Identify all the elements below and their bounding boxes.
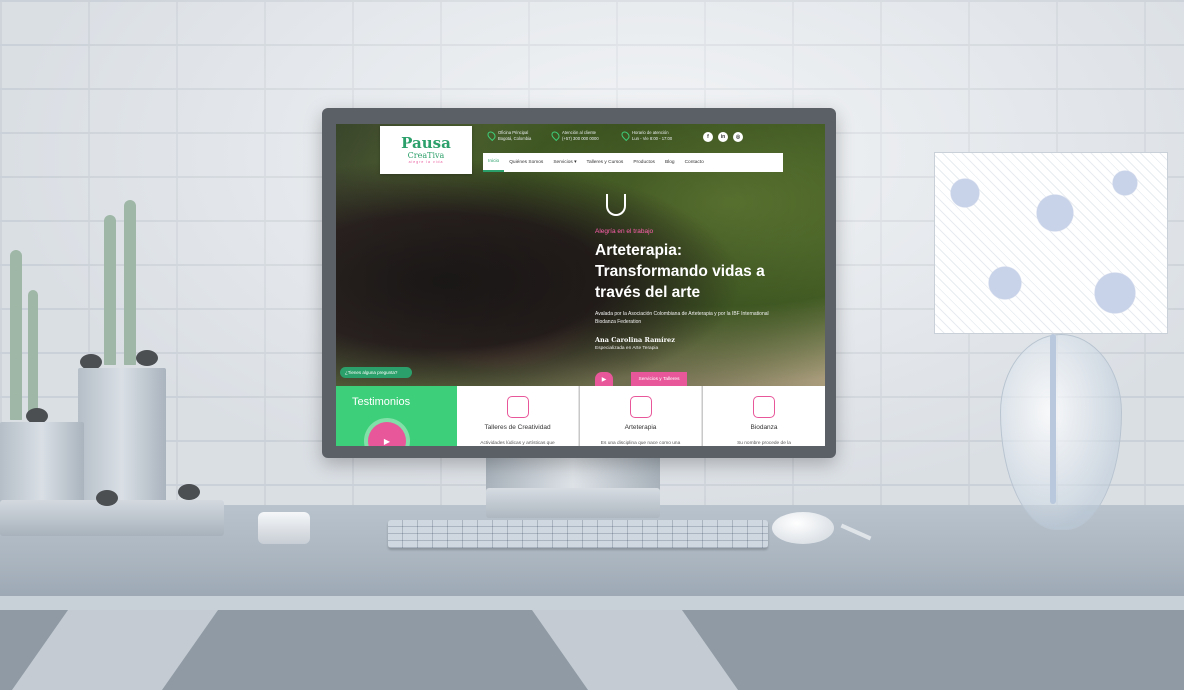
card-title: Arteterapia [624,424,657,431]
logo-tagline: alegre la vida [408,160,444,164]
lamp-wire [1050,334,1056,504]
dance-icon [753,396,775,418]
site-header: Pausa CreaTiva alegre la vida Oficina Pr… [336,124,825,176]
testimonials-section: Testimonios ▶ [336,386,457,446]
info-line: Lun - Vie 8:00 - 17:00 [632,136,673,141]
clock-icon [619,129,632,142]
hero-author-name: Ana Carolina Ramírez [595,336,675,344]
nav-item-contacto[interactable]: Contacto [680,153,709,172]
plant-stem [104,215,116,365]
linkedin-icon[interactable]: in [718,132,728,142]
instagram-icon[interactable]: ◎ [733,132,743,142]
monitor-base [486,488,660,518]
mouse [772,512,834,544]
nav-item-productos[interactable]: Productos [628,153,660,172]
info-line: (+57) 300 000 0000 [562,136,599,141]
plant-pot [0,422,84,506]
site-logo[interactable]: Pausa CreaTiva alegre la vida [380,126,472,174]
speaker [258,512,310,544]
palette-icon [629,396,652,418]
pinecone [96,490,118,506]
nav-item-quienes-somos[interactable]: Quiénes Somos [504,153,548,172]
testimonials-title: Testimonios [352,396,411,408]
plant-pot [78,368,166,504]
plant-stem [28,290,38,420]
service-card[interactable]: Arteterapia Es una disciplina que nace c… [580,386,702,446]
info-hours: Horario de atención Lun - Vie 8:00 - 17:… [619,129,673,142]
nav-item-talleres[interactable]: Talleres y Cursos [582,153,629,172]
services-cta-button[interactable]: Servicios y Talleres [631,372,687,386]
logo-sub-text: CreaTiva [407,151,445,160]
plant-stem [10,250,22,420]
card-text: Su nombre procede de la [737,441,791,446]
nav-item-blog[interactable]: Blog [660,153,680,172]
service-card[interactable]: Talleres de Creatividad Actividades lúdi… [457,386,579,446]
card-text: Es una disciplina que nace como una [600,441,681,446]
nav-item-servicios[interactable]: Servicios ▾ [548,153,581,172]
keyboard [388,520,768,548]
nav-item-inicio[interactable]: Inicio [483,153,505,172]
location-pin-icon [485,129,498,142]
hero-play-button[interactable]: ▶ [595,372,613,386]
testimonials-play-button[interactable]: ▶ [368,422,406,446]
plant-tray [0,500,224,536]
lamp-shade [934,152,1168,334]
phone-icon [549,129,562,142]
service-card[interactable]: Biodanza Su nombre procede de la [703,386,825,446]
card-text: Actividades lúdicas y artísticas que [480,441,555,446]
info-phone: Atención al cliente (+57) 300 000 0000 [549,129,599,142]
hero-title: Arteterapia: Transformando vidas a travé… [595,242,765,301]
pinecone [136,350,158,366]
info-address: Oficina Principal Bogotá, Colombia [485,129,532,142]
card-title: Biodanza [750,424,778,431]
facebook-icon[interactable]: f [703,132,713,142]
main-nav: Inicio Quiénes Somos Servicios ▾ Tallere… [483,153,783,172]
plant-stem [124,200,136,365]
pinecone [178,484,200,500]
logo-main-text: Pausa [401,134,451,152]
card-title: Talleres de Creatividad [484,424,551,431]
desk-edge [0,596,1184,610]
hero-author-role: Especializada en Arte Terapia [595,346,659,351]
hero-description: Avalada por la Asociación Colombiana de … [595,311,769,325]
hand-icon [606,194,626,216]
hero-kicker: Alegría en el trabajo [595,228,654,235]
question-chat-button[interactable]: ¿Tienes alguna pregunta? [340,367,412,378]
info-line: Bogotá, Colombia [498,136,532,141]
creativity-icon [506,396,529,418]
website-screen: Pausa CreaTiva alegre la vida Oficina Pr… [336,124,825,446]
monitor-stand [486,456,660,492]
